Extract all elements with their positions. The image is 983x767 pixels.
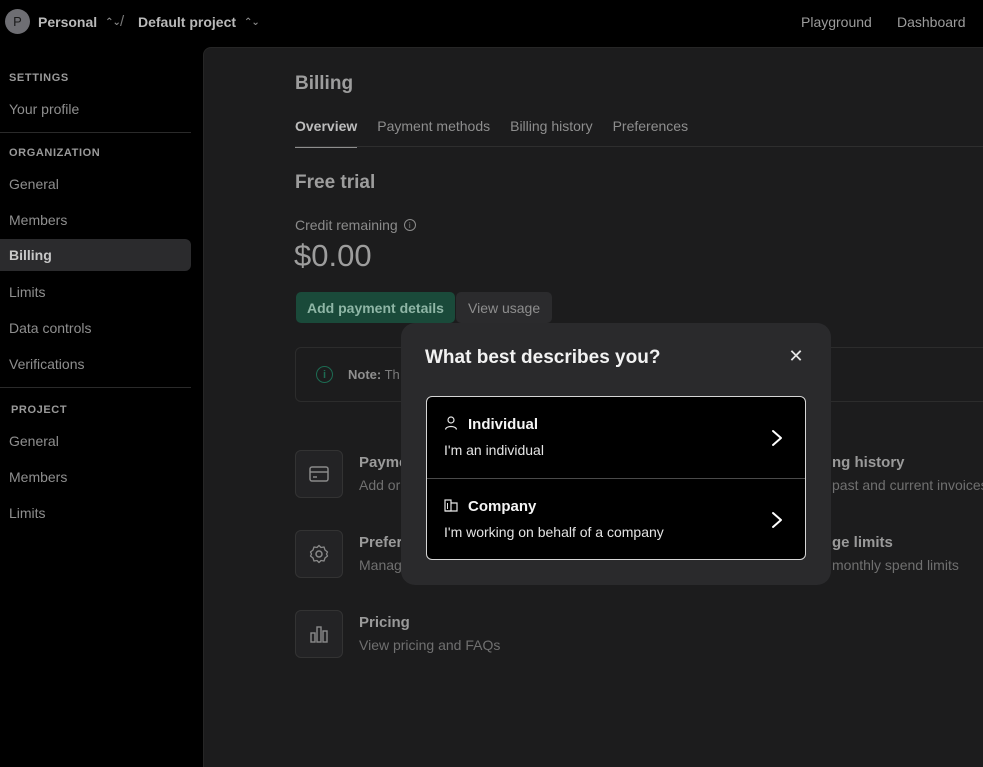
tab-payment-methods[interactable]: Payment methods <box>377 118 490 148</box>
billing-history-card-sub: past and current invoices <box>832 477 983 493</box>
option-company[interactable]: Company I'm working on behalf of a compa… <box>427 478 805 559</box>
option-individual-sub: I'm an individual <box>444 442 544 458</box>
sidebar-heading-settings: SETTINGS <box>9 72 69 84</box>
close-icon[interactable]: ✕ <box>787 347 805 365</box>
tab-billing-history[interactable]: Billing history <box>510 118 592 148</box>
credit-amount: $0.00 <box>294 238 372 273</box>
sidebar-item-members[interactable]: Members <box>0 204 191 236</box>
breadcrumb-separator: / <box>120 13 125 30</box>
option-company-title: Company <box>468 498 537 515</box>
project-name: Default project <box>138 14 237 30</box>
tabs-divider <box>295 146 983 147</box>
pricing-card-sub: View pricing and FAQs <box>359 637 501 653</box>
credit-card-icon[interactable] <box>295 450 343 498</box>
sidebar-heading-project: PROJECT <box>11 404 68 416</box>
sidebar-item-verifications[interactable]: Verifications <box>0 348 191 380</box>
avatar[interactable]: P <box>5 9 30 34</box>
top-bar: P Personal ⌃⌄ / Default project ⌃⌄ Playg… <box>0 0 983 44</box>
sidebar-item-project-limits[interactable]: Limits <box>0 497 191 529</box>
sidebar-item-limits[interactable]: Limits <box>0 276 191 308</box>
modal-title: What best describes you? <box>425 347 661 368</box>
chart-icon[interactable] <box>295 610 343 658</box>
option-individual-title: Individual <box>468 416 539 433</box>
credit-label-text: Credit remaining <box>295 217 398 233</box>
playground-link[interactable]: Playground <box>801 14 872 30</box>
option-individual[interactable]: Individual I'm an individual <box>427 397 805 478</box>
building-icon <box>444 499 458 512</box>
info-icon[interactable]: i <box>403 219 416 231</box>
sidebar-item-general[interactable]: General <box>0 168 191 200</box>
billing-history-card-title[interactable]: ng history <box>832 454 905 471</box>
preferences-card-sub: Manag <box>359 557 402 573</box>
sidebar-heading-organization: ORGANIZATION <box>9 147 101 159</box>
chevron-updown-icon: ⌃⌄ <box>244 16 260 28</box>
option-company-sub: I'm working on behalf of a company <box>444 524 664 540</box>
note-label: Note: <box>348 367 382 382</box>
add-payment-details-button[interactable]: Add payment details <box>296 292 455 323</box>
plan-title: Free trial <box>295 172 376 193</box>
note-body: Th <box>384 367 400 382</box>
billing-tabs: Overview Payment methods Billing history… <box>295 118 708 148</box>
sidebar-item-your-profile[interactable]: Your profile <box>0 93 191 125</box>
sidebar-divider <box>0 387 191 388</box>
chevron-updown-icon: ⌃⌄ <box>105 16 121 28</box>
sidebar-item-project-general[interactable]: General <box>0 425 191 457</box>
credit-label: Credit remaining i <box>295 217 416 233</box>
project-switcher[interactable]: Default project ⌃⌄ <box>138 14 260 30</box>
note-text: Note: Th <box>348 367 400 382</box>
sidebar-item-data-controls[interactable]: Data controls <box>0 312 191 344</box>
page-title: Billing <box>295 73 354 94</box>
sidebar-divider <box>0 132 191 133</box>
chevron-right-icon <box>772 512 782 528</box>
usage-limits-card-sub: monthly spend limits <box>832 557 959 573</box>
tab-overview[interactable]: Overview <box>295 118 358 148</box>
info-icon: i <box>316 366 333 383</box>
usage-limits-card-title[interactable]: ge limits <box>832 534 893 551</box>
chevron-right-icon <box>772 430 782 446</box>
sidebar-item-project-members[interactable]: Members <box>0 461 191 493</box>
sidebar-item-billing[interactable]: Billing <box>0 239 191 271</box>
org-name: Personal <box>38 14 98 30</box>
view-usage-button[interactable]: View usage <box>456 292 553 323</box>
org-switcher[interactable]: Personal ⌃⌄ <box>38 14 121 30</box>
pricing-card-title[interactable]: Pricing <box>359 614 410 631</box>
person-icon <box>444 416 458 430</box>
payment-methods-card-sub: Add or <box>359 477 401 493</box>
dashboard-link[interactable]: Dashboard <box>897 14 966 30</box>
preferences-card-title[interactable]: Prefer <box>359 534 402 551</box>
tab-preferences[interactable]: Preferences <box>613 118 688 148</box>
gear-icon[interactable] <box>295 530 343 578</box>
account-type-options: Individual I'm an individual Company I'm… <box>426 396 806 560</box>
sidebar: SETTINGS Your profile ORGANIZATION Gener… <box>0 44 200 752</box>
describe-you-modal: What best describes you? ✕ Individual I'… <box>401 323 831 585</box>
